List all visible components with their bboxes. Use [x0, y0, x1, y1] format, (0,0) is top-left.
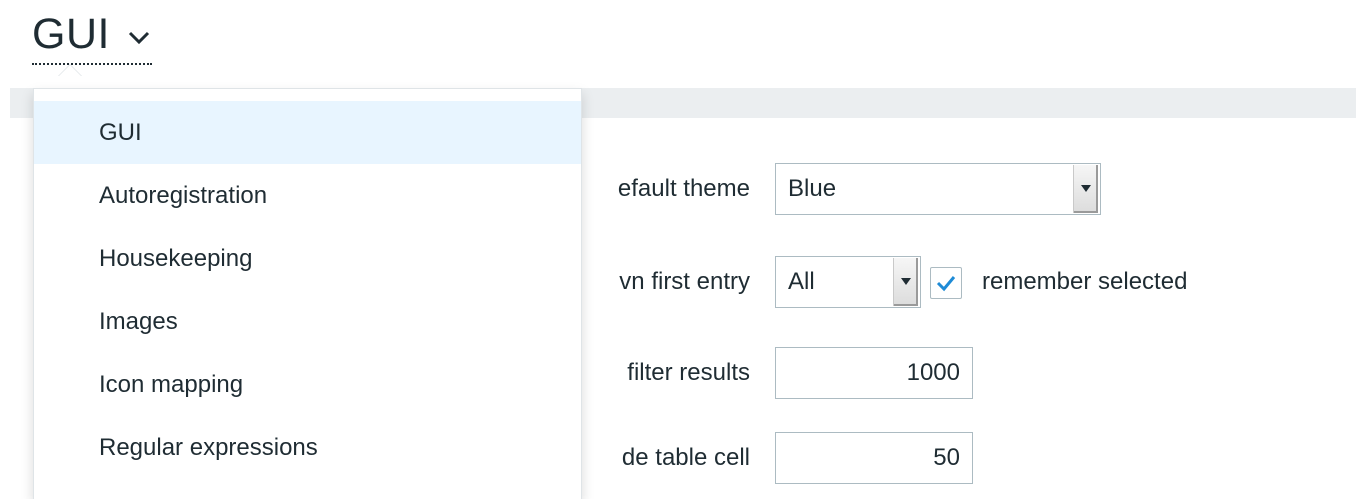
dropdown-first-entry-label: vn first entry: [619, 268, 750, 295]
table-cell-input[interactable]: [775, 432, 973, 484]
menu-list: GUI Autoregistration Housekeeping Images…: [34, 89, 581, 479]
filter-results-input[interactable]: [775, 347, 973, 399]
menu-item-icon-mapping[interactable]: Icon mapping: [34, 353, 581, 416]
remember-selected-checkbox[interactable]: [930, 267, 962, 299]
menu-item-regular-expressions[interactable]: Regular expressions: [34, 416, 581, 479]
dropdown-first-entry-select[interactable]: All: [775, 256, 921, 308]
section-dropdown-menu: GUI Autoregistration Housekeeping Images…: [33, 88, 582, 499]
check-icon: [936, 276, 956, 292]
triangle-down-icon: [1073, 165, 1098, 213]
page-title: GUI: [32, 10, 110, 58]
default-theme-value: Blue: [788, 175, 837, 202]
triangle-down-icon: [893, 258, 918, 306]
menu-item-images[interactable]: Images: [34, 290, 581, 353]
remember-selected-label: remember selected: [982, 268, 1188, 295]
page-title-dropdown[interactable]: GUI: [32, 6, 152, 65]
dropdown-first-entry-value: All: [788, 268, 815, 295]
default-theme-label: efault theme: [617, 175, 750, 202]
menu-item-autoregistration[interactable]: Autoregistration: [34, 164, 581, 227]
filter-results-label: filter results: [627, 359, 750, 386]
menu-caret: [58, 64, 82, 76]
menu-item-gui[interactable]: GUI: [34, 101, 581, 164]
menu-item-housekeeping[interactable]: Housekeeping: [34, 227, 581, 290]
dotted-underline: [32, 63, 152, 65]
table-cell-label: de table cell: [621, 444, 750, 471]
default-theme-select[interactable]: Blue: [775, 163, 1101, 215]
chevron-down-icon: [128, 31, 150, 45]
